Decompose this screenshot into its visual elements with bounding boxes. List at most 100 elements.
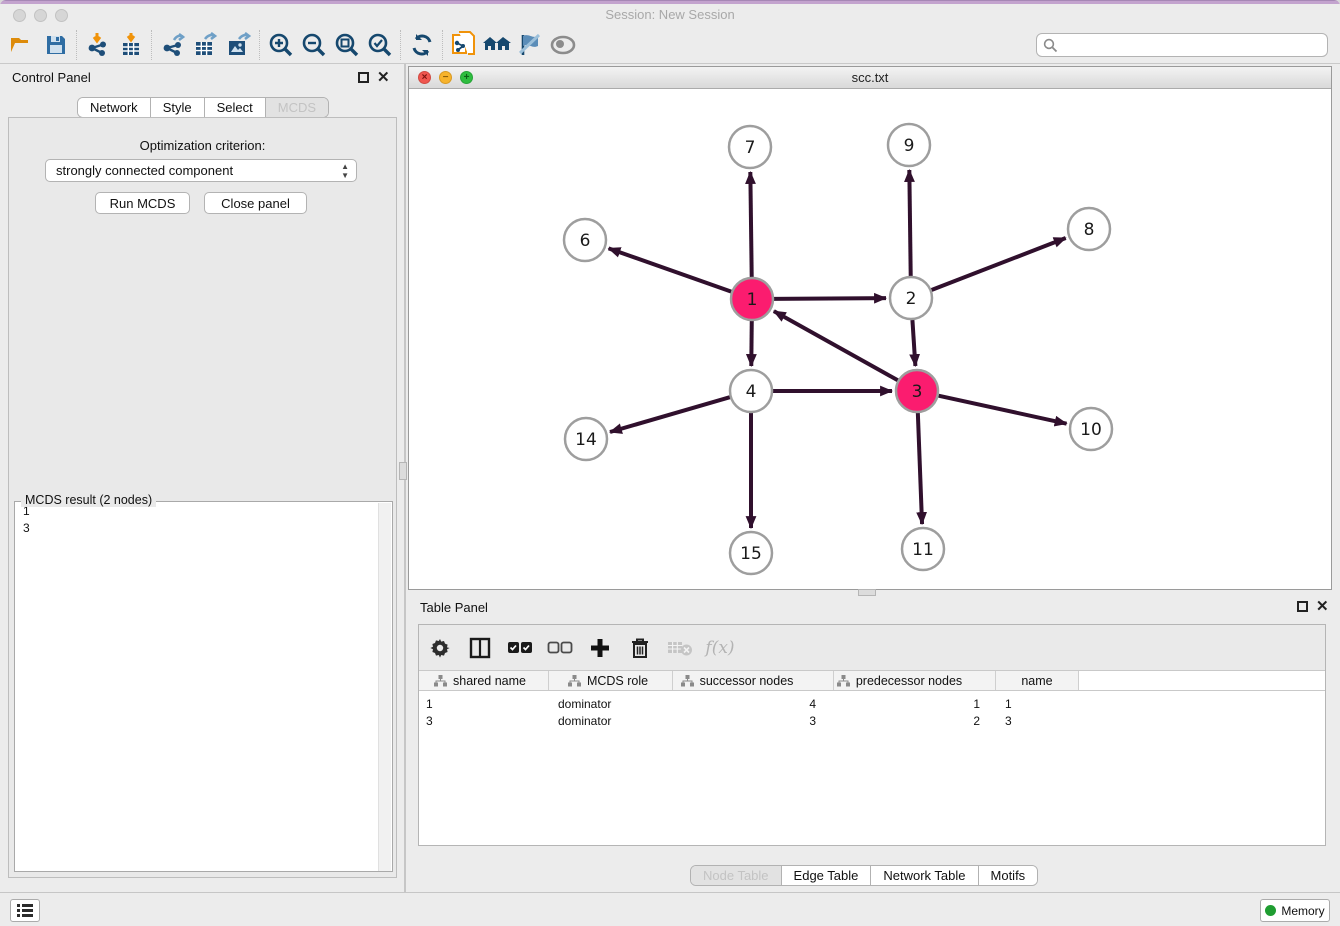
cell-shared-name[interactable]: 3: [419, 712, 549, 729]
new-network-from-selection-icon[interactable]: [447, 29, 480, 61]
column-header[interactable]: successor nodes: [673, 671, 834, 690]
add-column-icon[interactable]: [587, 635, 613, 661]
column-header[interactable]: name: [996, 671, 1079, 690]
tab-mcds[interactable]: MCDS: [266, 98, 328, 117]
minimize-window-icon[interactable]: [34, 9, 47, 22]
select-all-icon[interactable]: [507, 635, 533, 661]
chevron-up-down-icon: ▲▼: [341, 162, 349, 180]
cell-predecessor-nodes[interactable]: 2: [834, 712, 996, 729]
column-label: predecessor nodes: [856, 674, 962, 688]
edge-1-2[interactable]: [774, 298, 886, 299]
search-box[interactable]: [1036, 33, 1328, 57]
delete-column-icon[interactable]: [627, 635, 653, 661]
titlebar[interactable]: Session: New Session: [0, 4, 1340, 26]
zoom-fit-icon[interactable]: [330, 29, 363, 61]
edge-4-14[interactable]: [610, 397, 730, 432]
horizontal-splitter-handle[interactable]: [858, 589, 876, 596]
memory-label: Memory: [1281, 904, 1324, 918]
edge-2-3[interactable]: [912, 320, 915, 366]
table-row[interactable]: 3 dominator 3 2 3: [419, 712, 1325, 729]
network-view-window: × − + scc.txt 7968124314101511: [408, 66, 1332, 590]
edge-3-1[interactable]: [774, 311, 898, 380]
cell-mcds-role[interactable]: dominator: [549, 712, 673, 729]
float-panel-icon[interactable]: [1297, 601, 1308, 612]
export-network-icon[interactable]: [156, 29, 189, 61]
toolbar-separator: [259, 30, 260, 60]
column-header[interactable]: MCDS role: [549, 671, 673, 690]
save-session-icon[interactable]: [39, 29, 72, 61]
gear-icon[interactable]: [427, 635, 453, 661]
tab-style[interactable]: Style: [151, 98, 205, 117]
cell-shared-name[interactable]: 1: [419, 695, 549, 712]
toolbar-separator: [151, 30, 152, 60]
search-icon: [1043, 38, 1058, 53]
cell-name[interactable]: 3: [996, 712, 1079, 729]
close-panel-icon[interactable]: ✕: [1316, 601, 1329, 612]
minimize-icon[interactable]: −: [439, 71, 452, 84]
zoom-selected-icon[interactable]: [363, 29, 396, 61]
close-window-icon[interactable]: [13, 9, 26, 22]
zoom-in-icon[interactable]: [264, 29, 297, 61]
tab-network-table[interactable]: Network Table: [871, 866, 978, 885]
cell-successor-nodes[interactable]: 3: [673, 712, 834, 729]
deselect-all-icon[interactable]: [547, 635, 573, 661]
tab-network[interactable]: Network: [78, 98, 151, 117]
node-table-container: f(x) shared name MCDS role successor nod…: [418, 624, 1326, 846]
edge-3-11[interactable]: [918, 413, 922, 524]
column-header[interactable]: predecessor nodes: [834, 671, 996, 690]
control-panel-title: Control Panel: [12, 70, 91, 85]
tab-edge-table[interactable]: Edge Table: [782, 866, 872, 885]
import-table-icon[interactable]: [114, 29, 147, 61]
memory-button[interactable]: Memory: [1260, 899, 1330, 922]
hierarchy-icon: [434, 675, 447, 687]
run-mcds-button[interactable]: Run MCDS: [95, 192, 190, 214]
export-table-icon[interactable]: [189, 29, 222, 61]
criterion-dropdown[interactable]: strongly connected component ▲▼: [45, 159, 357, 182]
cell-predecessor-nodes[interactable]: 1: [834, 695, 996, 712]
tab-motifs[interactable]: Motifs: [979, 866, 1038, 885]
edge-2-9[interactable]: [909, 170, 910, 276]
hide-selected-icon[interactable]: [513, 29, 546, 61]
close-icon[interactable]: ×: [418, 71, 431, 84]
edge-3-10[interactable]: [938, 396, 1066, 424]
node-label-15: 15: [740, 544, 762, 564]
network-canvas[interactable]: 7968124314101511: [409, 89, 1331, 590]
cell-mcds-role[interactable]: dominator: [549, 695, 673, 712]
criterion-value: strongly connected component: [56, 163, 233, 178]
tab-select[interactable]: Select: [205, 98, 266, 117]
network-window-title: scc.txt: [409, 67, 1331, 89]
first-neighbors-icon[interactable]: [480, 29, 513, 61]
close-panel-icon[interactable]: ✕: [377, 72, 390, 83]
zoom-window-icon[interactable]: [55, 9, 68, 22]
tab-node-table[interactable]: Node Table: [691, 866, 782, 885]
edge-1-6[interactable]: [609, 248, 732, 291]
mcds-result-box[interactable]: 1 3: [14, 501, 393, 872]
network-window-titlebar[interactable]: × − + scc.txt: [409, 67, 1331, 89]
optimization-criterion-label: Optimization criterion:: [9, 138, 396, 153]
column-header[interactable]: shared name: [419, 671, 549, 690]
mcds-result-title: MCDS result (2 nodes): [21, 493, 156, 507]
table-row[interactable]: 1 dominator 4 1 1: [419, 695, 1325, 712]
open-session-icon[interactable]: [6, 29, 39, 61]
show-hidden-icon[interactable]: [546, 29, 579, 61]
hierarchy-icon: [568, 675, 581, 687]
export-image-icon[interactable]: [222, 29, 255, 61]
cell-successor-nodes[interactable]: 4: [673, 695, 834, 712]
zoom-out-icon[interactable]: [297, 29, 330, 61]
edge-2-8[interactable]: [932, 238, 1066, 290]
cell-name[interactable]: 1: [996, 695, 1079, 712]
result-scrollbar[interactable]: [378, 503, 391, 871]
refresh-icon[interactable]: [405, 29, 438, 61]
memory-status-icon: [1265, 905, 1276, 916]
vertical-splitter-handle[interactable]: [399, 462, 407, 480]
table-panel-title: Table Panel: [420, 600, 488, 615]
import-network-icon[interactable]: [81, 29, 114, 61]
search-input[interactable]: [1058, 35, 1327, 55]
two-pane-icon[interactable]: [467, 635, 493, 661]
table-panel-window-buttons: ✕: [1297, 601, 1329, 612]
task-history-button[interactable]: [10, 899, 40, 922]
zoom-icon[interactable]: +: [460, 71, 473, 84]
close-panel-button[interactable]: Close panel: [204, 192, 307, 214]
float-panel-icon[interactable]: [358, 72, 369, 83]
edge-1-7[interactable]: [750, 172, 751, 277]
